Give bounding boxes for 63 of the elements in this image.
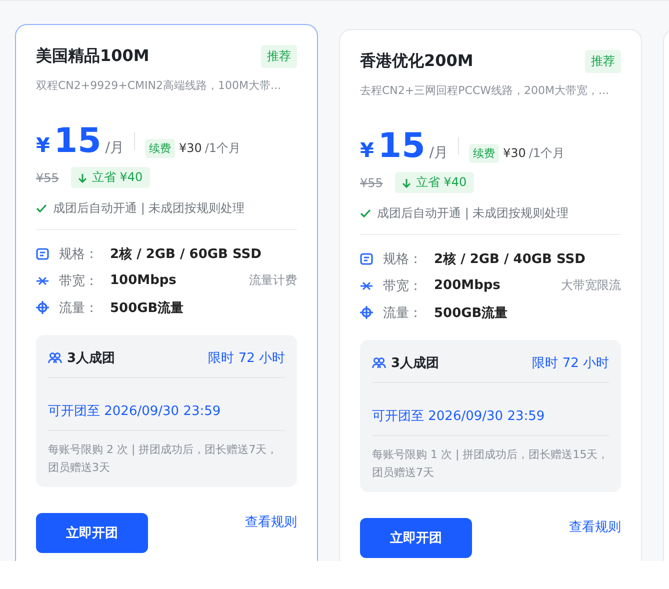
group-deadline: 可开团至 2026/09/30 23:59 xyxy=(48,378,285,431)
spec-value: 500GB流量 xyxy=(434,304,508,322)
saving-badge: 立省 ¥40 xyxy=(70,167,150,188)
spec-note: 大带宽限流 xyxy=(561,277,621,294)
renew-period: /1个月 xyxy=(204,140,241,157)
spec-value: 100Mbps xyxy=(110,273,176,288)
plan-card[interactable] xyxy=(15,24,318,561)
original-price: ¥55 xyxy=(360,176,383,190)
list-icon xyxy=(360,252,373,264)
group-deadline: 可开团至 2026/09/30 23:59 xyxy=(372,383,609,436)
start-group-button[interactable]: 立即开团 xyxy=(360,518,472,558)
group-size: 3人成团 xyxy=(67,350,116,367)
spec-label: 规格： xyxy=(383,250,423,268)
start-group-button[interactable]: 立即开团 xyxy=(36,513,148,553)
plan-title: 香港优化200M xyxy=(360,51,474,72)
list-icon xyxy=(36,248,49,260)
spec-value: 2核 / 2GB / 40GB SSD xyxy=(434,250,586,268)
renew-badge: 续费 xyxy=(144,139,175,158)
check-icon xyxy=(36,204,47,213)
spec-value: 2核 / 2GB / 60GB SSD xyxy=(110,246,262,262)
crosshair-icon xyxy=(360,306,373,319)
view-rules-link[interactable]: 查看规则 xyxy=(245,513,297,531)
recommend-badge: 推荐 xyxy=(585,50,621,73)
view-rules-link[interactable]: 查看规则 xyxy=(569,518,621,536)
price-unit: /月 xyxy=(429,144,448,162)
plan-description: 双程CN2+9929+CMIN2高端线路，100M大带... xyxy=(36,78,282,93)
plan-title: 美国精品100M xyxy=(36,46,150,67)
spec-label: 带宽： xyxy=(383,278,423,294)
spec-value: 500GB流量 xyxy=(110,300,184,316)
guarantee-text: 成团后自动开通 | 未成团按规则处理 xyxy=(53,200,245,217)
time-limit: 限时 72 小时 xyxy=(208,350,285,367)
down-arrow-icon xyxy=(402,178,411,188)
spec-label: 规格： xyxy=(59,246,99,262)
people-icon xyxy=(48,352,62,364)
group-size: 3人成团 xyxy=(391,355,440,372)
spec-value: 200Mbps xyxy=(434,278,500,293)
guarantee-text: 成团后自动开通 | 未成团按规则处理 xyxy=(377,205,569,222)
purchase-rules: 每账号限购 1 次 | 拼团成功后，团长赠送15天，团员赠送7天 xyxy=(372,447,609,481)
price-amount: 15 xyxy=(378,126,426,166)
arrows-icon xyxy=(360,280,373,290)
renew-period: /1个月 xyxy=(528,145,565,162)
currency-symbol: ¥ xyxy=(360,138,374,162)
price-unit: /月 xyxy=(105,139,124,157)
renew-badge: 续费 xyxy=(468,144,499,163)
plan-description: 去程CN2+三网回程PCCW线路，200M大带宽，... xyxy=(360,83,610,98)
down-arrow-icon xyxy=(78,172,87,182)
time-limit: 限时 72 小时 xyxy=(532,355,609,372)
arrows-icon xyxy=(36,276,49,286)
people-icon xyxy=(372,357,386,369)
recommend-badge: 推荐 xyxy=(261,45,297,68)
purchase-rules: 每账号限购 2 次 | 拼团成功后，团长赠送7天，团员赠送3天 xyxy=(48,442,279,476)
spec-label: 带宽： xyxy=(59,272,99,290)
renew-price: ¥30 xyxy=(178,141,202,155)
renew-price: ¥30 xyxy=(502,146,526,160)
original-price: ¥55 xyxy=(36,170,59,184)
check-icon xyxy=(360,209,371,218)
price-amount: 15 xyxy=(54,121,102,161)
currency-symbol: ¥ xyxy=(36,133,50,157)
crosshair-icon xyxy=(36,301,49,314)
spec-label: 流量： xyxy=(59,300,99,316)
saving-badge: 立省 ¥40 xyxy=(394,172,474,193)
spec-note: 流量计费 xyxy=(249,272,297,289)
spec-label: 流量： xyxy=(383,304,423,322)
